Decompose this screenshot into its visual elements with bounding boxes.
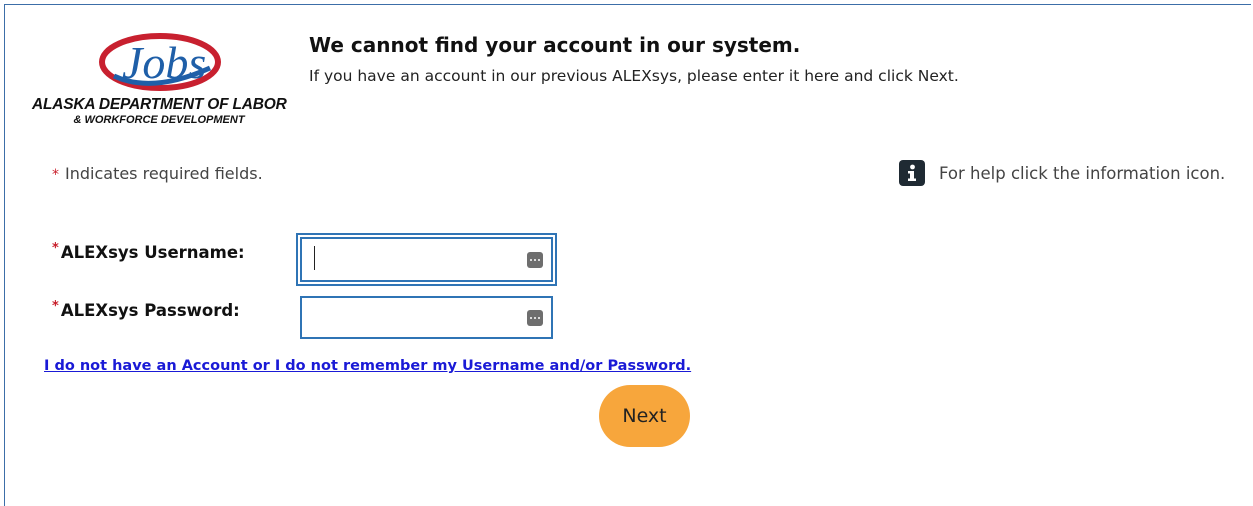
username-label-text: ALEXsys Username: — [60, 243, 245, 262]
jobs-logo: Jobs ALASKA DEPARTMENT OF LABOR & WORKFO… — [32, 28, 287, 132]
username-label: * ALEXsys Username: — [52, 241, 245, 262]
password-label: * ALEXsys Password: — [52, 299, 240, 320]
help-hint: For help click the information icon. — [899, 160, 1225, 186]
password-input[interactable] — [302, 298, 551, 337]
password-label-text: ALEXsys Password: — [60, 301, 240, 320]
page-title: We cannot find your account in our syste… — [309, 33, 801, 57]
text-caret — [314, 246, 315, 270]
logo-wordmark: Jobs — [122, 37, 206, 88]
required-fields-note: * Indicates required fields. — [52, 164, 263, 183]
page-subtitle: If you have an account in our previous A… — [309, 67, 959, 85]
username-autofill-icon[interactable] — [527, 252, 543, 268]
password-field[interactable] — [300, 296, 553, 339]
logo-line-1: ALASKA DEPARTMENT OF LABOR — [32, 96, 287, 113]
username-required-marker: * — [52, 241, 59, 256]
next-button[interactable]: Next — [599, 385, 690, 447]
forgot-account-link[interactable]: I do not have an Account or I do not rem… — [44, 358, 691, 374]
help-text: For help click the information icon. — [939, 163, 1226, 183]
required-note-text: Indicates required fields. — [65, 164, 263, 183]
username-field[interactable] — [296, 233, 557, 286]
password-autofill-icon[interactable] — [527, 310, 543, 326]
info-icon[interactable] — [899, 160, 925, 186]
required-marker: * — [52, 167, 59, 183]
jobs-logo-mark: Jobs — [99, 33, 221, 91]
username-input[interactable] — [302, 239, 551, 280]
password-required-marker: * — [52, 299, 59, 314]
logo-line-2: & WORKFORCE DEVELOPMENT — [73, 114, 245, 126]
